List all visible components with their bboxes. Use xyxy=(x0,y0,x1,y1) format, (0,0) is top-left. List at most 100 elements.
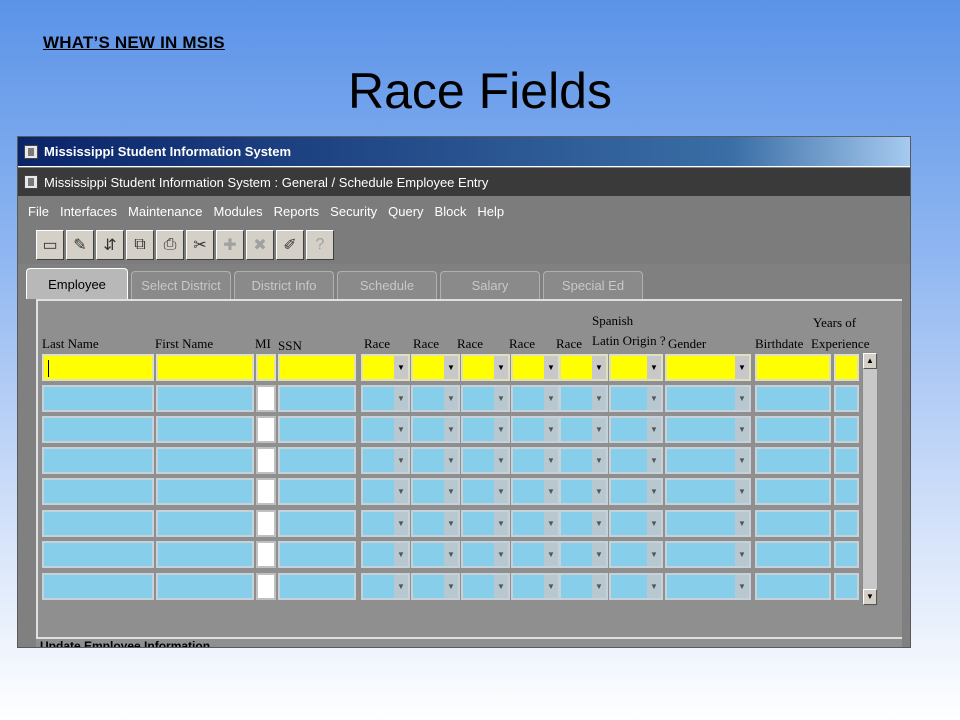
print-preview-icon[interactable]: ⧉ xyxy=(126,230,154,260)
race-3-dropdown[interactable]: ▼ xyxy=(461,478,510,505)
race-3-dropdown[interactable]: ▼ xyxy=(461,510,510,537)
spanish-latin-origin-dropdown[interactable]: ▼ xyxy=(609,416,663,443)
race-1-dropdown[interactable]: ▼ xyxy=(361,447,410,474)
chevron-down-icon[interactable]: ▼ xyxy=(592,356,606,379)
tab-select-district[interactable]: Select District xyxy=(131,271,231,299)
years-experience-field[interactable] xyxy=(834,541,859,568)
chevron-down-icon[interactable]: ▼ xyxy=(394,575,408,598)
chevron-down-icon[interactable]: ▼ xyxy=(544,387,558,410)
mi-field[interactable] xyxy=(256,385,276,412)
chevron-down-icon[interactable]: ▼ xyxy=(394,543,408,566)
race-2-dropdown[interactable]: ▼ xyxy=(411,385,460,412)
race-3-dropdown[interactable]: ▼ xyxy=(461,354,510,381)
spanish-latin-origin-dropdown[interactable]: ▼ xyxy=(609,541,663,568)
race-5-dropdown[interactable]: ▼ xyxy=(559,416,608,443)
chevron-down-icon[interactable]: ▼ xyxy=(735,480,749,503)
chevron-down-icon[interactable]: ▼ xyxy=(735,387,749,410)
chevron-down-icon[interactable]: ▼ xyxy=(592,543,606,566)
race-2-dropdown[interactable]: ▼ xyxy=(411,416,460,443)
race-4-dropdown[interactable]: ▼ xyxy=(511,541,560,568)
race-4-dropdown[interactable]: ▼ xyxy=(511,447,560,474)
chevron-down-icon[interactable]: ▼ xyxy=(647,512,661,535)
race-1-dropdown[interactable]: ▼ xyxy=(361,541,410,568)
race-1-dropdown[interactable]: ▼ xyxy=(361,478,410,505)
chevron-down-icon[interactable]: ▼ xyxy=(494,543,508,566)
chevron-down-icon[interactable]: ▼ xyxy=(444,480,458,503)
first-name-field[interactable] xyxy=(156,385,254,412)
chevron-down-icon[interactable]: ▼ xyxy=(735,449,749,472)
chevron-down-icon[interactable]: ▼ xyxy=(544,480,558,503)
last-name-field[interactable] xyxy=(42,447,154,474)
first-name-field[interactable] xyxy=(156,510,254,537)
years-experience-field[interactable] xyxy=(834,385,859,412)
birthdate-field[interactable] xyxy=(755,385,831,412)
race-5-dropdown[interactable]: ▼ xyxy=(559,510,608,537)
chevron-down-icon[interactable]: ▼ xyxy=(494,512,508,535)
spanish-latin-origin-dropdown[interactable]: ▼ xyxy=(609,385,663,412)
gender-dropdown[interactable]: ▼ xyxy=(665,385,751,412)
chevron-down-icon[interactable]: ▼ xyxy=(394,480,408,503)
chevron-down-icon[interactable]: ▼ xyxy=(494,480,508,503)
chevron-down-icon[interactable]: ▼ xyxy=(444,418,458,441)
spanish-latin-origin-dropdown[interactable]: ▼ xyxy=(609,573,663,600)
edit-pencil-icon[interactable]: ✐ xyxy=(276,230,304,260)
chevron-down-icon[interactable]: ▼ xyxy=(735,418,749,441)
race-3-dropdown[interactable]: ▼ xyxy=(461,541,510,568)
delete-icon[interactable]: ✖ xyxy=(246,230,274,260)
race-3-dropdown[interactable]: ▼ xyxy=(461,573,510,600)
race-2-dropdown[interactable]: ▼ xyxy=(411,573,460,600)
chevron-down-icon[interactable]: ▼ xyxy=(494,387,508,410)
mi-field[interactable] xyxy=(256,478,276,505)
race-5-dropdown[interactable]: ▼ xyxy=(559,573,608,600)
mi-field[interactable] xyxy=(256,416,276,443)
chevron-down-icon[interactable]: ▼ xyxy=(394,449,408,472)
first-name-field[interactable] xyxy=(156,354,254,381)
chevron-down-icon[interactable]: ▼ xyxy=(394,512,408,535)
chevron-down-icon[interactable]: ▼ xyxy=(647,480,661,503)
menu-interfaces[interactable]: Interfaces xyxy=(60,204,117,219)
race-5-dropdown[interactable]: ▼ xyxy=(559,478,608,505)
chevron-down-icon[interactable]: ▼ xyxy=(444,575,458,598)
menu-block[interactable]: Block xyxy=(435,204,467,219)
first-name-field[interactable] xyxy=(156,447,254,474)
tab-district-info[interactable]: District Info xyxy=(234,271,334,299)
race-1-dropdown[interactable]: ▼ xyxy=(361,354,410,381)
chevron-down-icon[interactable]: ▼ xyxy=(544,449,558,472)
insert-icon[interactable]: ✚ xyxy=(216,230,244,260)
race-1-dropdown[interactable]: ▼ xyxy=(361,416,410,443)
race-3-dropdown[interactable]: ▼ xyxy=(461,447,510,474)
birthdate-field[interactable] xyxy=(755,354,831,381)
race-2-dropdown[interactable]: ▼ xyxy=(411,478,460,505)
chevron-down-icon[interactable]: ▼ xyxy=(647,543,661,566)
years-experience-field[interactable] xyxy=(834,573,859,600)
ssn-field[interactable] xyxy=(278,354,356,381)
gender-dropdown[interactable]: ▼ xyxy=(665,354,751,381)
race-1-dropdown[interactable]: ▼ xyxy=(361,385,410,412)
spanish-latin-origin-dropdown[interactable]: ▼ xyxy=(609,447,663,474)
chevron-down-icon[interactable]: ▼ xyxy=(735,512,749,535)
chevron-down-icon[interactable]: ▼ xyxy=(444,356,458,379)
birthdate-field[interactable] xyxy=(755,416,831,443)
chevron-down-icon[interactable]: ▼ xyxy=(592,575,606,598)
menu-maintenance[interactable]: Maintenance xyxy=(128,204,202,219)
gender-dropdown[interactable]: ▼ xyxy=(665,447,751,474)
menu-query[interactable]: Query xyxy=(388,204,423,219)
last-name-field[interactable] xyxy=(42,573,154,600)
race-4-dropdown[interactable]: ▼ xyxy=(511,416,560,443)
chevron-down-icon[interactable]: ▼ xyxy=(544,512,558,535)
chevron-down-icon[interactable]: ▼ xyxy=(544,575,558,598)
first-name-field[interactable] xyxy=(156,541,254,568)
race-3-dropdown[interactable]: ▼ xyxy=(461,385,510,412)
chevron-down-icon[interactable]: ▼ xyxy=(394,356,408,379)
chevron-down-icon[interactable]: ▼ xyxy=(647,575,661,598)
race-5-dropdown[interactable]: ▼ xyxy=(559,354,608,381)
scroll-up-icon[interactable]: ▲ xyxy=(863,353,877,369)
race-2-dropdown[interactable]: ▼ xyxy=(411,447,460,474)
chevron-down-icon[interactable]: ▼ xyxy=(592,512,606,535)
race-5-dropdown[interactable]: ▼ xyxy=(559,447,608,474)
chevron-down-icon[interactable]: ▼ xyxy=(592,480,606,503)
chevron-down-icon[interactable]: ▼ xyxy=(647,418,661,441)
first-name-field[interactable] xyxy=(156,416,254,443)
sort-icon[interactable]: ⇵ xyxy=(96,230,124,260)
gender-dropdown[interactable]: ▼ xyxy=(665,573,751,600)
